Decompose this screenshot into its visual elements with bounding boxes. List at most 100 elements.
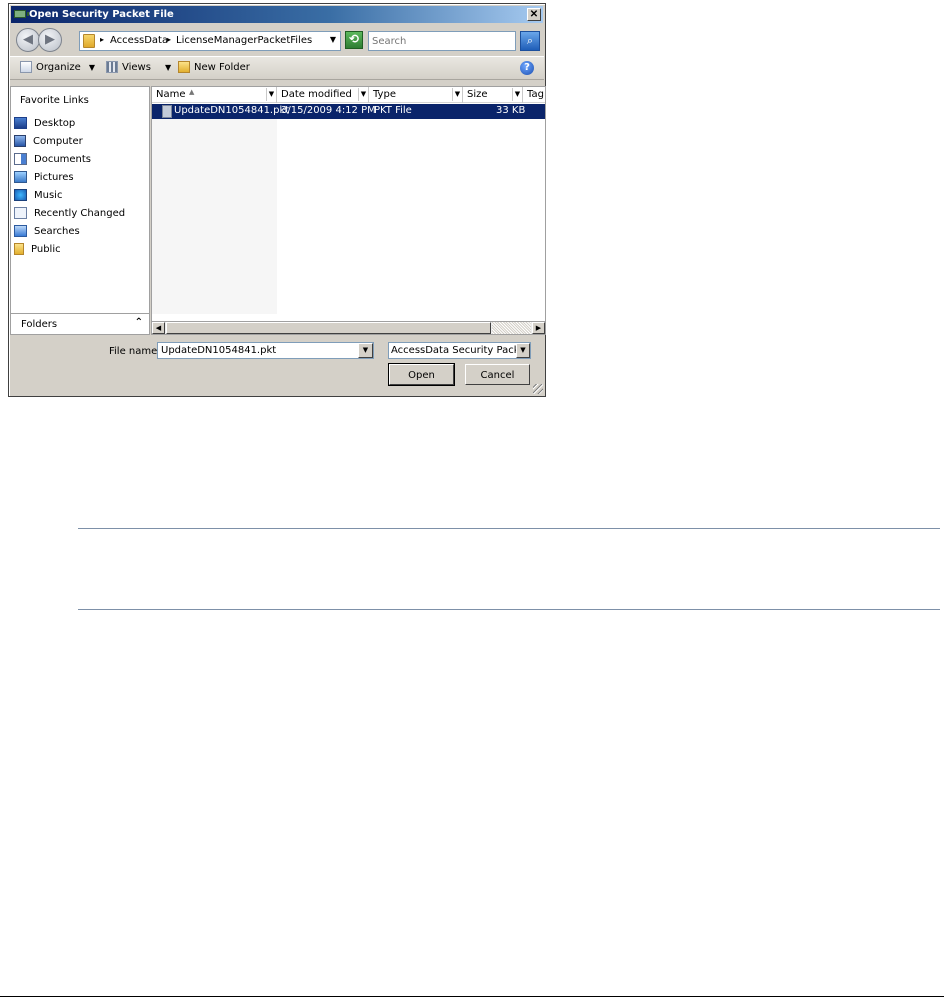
chevron-down-icon: ▼ [88,62,95,72]
page-footer-rule [0,996,944,997]
page-divider [78,528,940,529]
pkt-file-icon [162,105,172,118]
column-header-size[interactable]: Size ▼ [463,87,523,103]
views-label: Views [122,61,151,73]
fav-item-label: Recently Changed [34,207,126,219]
chevron-up-icon[interactable]: ⌃ [135,317,143,328]
column-name-label: Name [156,89,186,100]
column-header-type[interactable]: Type ▼ [369,87,463,103]
column-tag-label: Tag [527,89,544,100]
organize-icon [20,61,32,73]
new-folder-button[interactable]: New Folder [178,61,250,73]
fav-item-public[interactable]: Public [14,241,61,257]
fav-item-label: Documents [34,153,92,165]
fav-item-label: Computer [33,135,83,147]
fav-item-label: Pictures [34,171,74,183]
dialog-title: Open Security Packet File [29,9,174,20]
file-type-select[interactable]: AccessData Security Packet ▼ [388,342,531,359]
fav-item-pictures[interactable]: Pictures [14,169,74,185]
folders-label: Folders [21,319,58,330]
fav-item-label: Music [34,189,63,201]
fav-item-music[interactable]: Music [14,187,62,203]
fav-item-label: Public [31,243,61,255]
fav-item-computer[interactable]: Computer [14,133,83,149]
music-icon [14,189,27,201]
folders-toggle[interactable]: Folders ⌃ [10,313,150,335]
new-folder-icon [178,61,190,73]
address-dropdown-icon[interactable]: ▼ [330,35,336,44]
command-toolbar: Organize ▼ Views ▼ New Folder ? [10,56,544,80]
scroll-thumb[interactable] [166,322,491,334]
public-folder-icon [14,243,24,255]
column-type-label: Type [373,89,396,100]
cancel-button[interactable]: Cancel [465,364,530,385]
search-input[interactable] [368,31,516,51]
fav-item-searches[interactable]: Searches [14,223,80,239]
organize-label: Organize [36,61,81,73]
file-name-cell: UpdateDN1054841.pkt [174,105,290,116]
views-icon [106,61,118,73]
breadcrumb-arrow-icon[interactable]: ▸ [100,35,104,44]
favorite-links-heading: Favorite Links [20,95,89,106]
title-bar[interactable]: Open Security Packet File ✕ [11,6,543,23]
file-name-input[interactable] [158,343,358,358]
fav-item-recently-changed[interactable]: Recently Changed [14,205,125,221]
column-header-date-modified[interactable]: Date modified ▼ [277,87,369,103]
breadcrumb-licensemanagerpacketfiles[interactable]: LicenseManagerPacketFiles [176,35,312,46]
fav-item-label: Searches [34,225,80,237]
views-button[interactable]: Views ▼ [106,61,171,73]
scroll-right-icon[interactable]: ▶ [532,322,545,334]
favorite-links-pane: Favorite Links Desktop Computer Document… [10,86,150,332]
recently-changed-icon [14,207,27,219]
search-icon[interactable]: ⌕ [520,31,540,51]
fav-item-label: Desktop [34,117,76,129]
page-divider [78,609,940,610]
column-size-label: Size [467,89,488,100]
pictures-icon [14,171,27,183]
fav-item-desktop[interactable]: Desktop [14,115,75,131]
file-list[interactable]: Name ▲ ▼ Date modified ▼ Type ▼ Size ▼ T… [151,86,546,332]
new-folder-label: New Folder [194,61,250,73]
dialog-app-icon [14,10,29,18]
column-filter-dropdown-icon[interactable]: ▼ [266,88,276,101]
column-filter-dropdown-icon[interactable]: ▼ [512,88,522,101]
fav-item-documents[interactable]: Documents [14,151,91,167]
chevron-down-icon: ▼ [164,62,172,72]
organize-button[interactable]: Organize ▼ [20,61,95,73]
file-date-cell: 3/15/2009 4:12 PM [281,105,376,116]
column-filter-dropdown-icon[interactable]: ▼ [452,88,462,101]
open-file-dialog: Open Security Packet File ✕ ◀ ▶ ▸ Access… [8,3,546,397]
column-headers: Name ▲ ▼ Date modified ▼ Type ▼ Size ▼ T… [152,87,545,103]
horizontal-scrollbar[interactable]: ◀ ▶ [151,321,546,335]
breadcrumb-arrow-icon[interactable]: ▸ [167,35,171,44]
refresh-icon[interactable]: ⟲ [345,31,363,49]
file-name-label: File name: [109,346,161,357]
file-type-dropdown-icon[interactable]: ▼ [516,343,530,358]
resize-grip-icon[interactable] [533,384,543,394]
breadcrumb-accessdata[interactable]: AccessData [110,35,168,46]
desktop-icon [14,117,27,129]
scroll-track[interactable] [492,322,531,334]
column-date-label: Date modified [281,89,352,100]
file-name-dropdown-icon[interactable]: ▼ [358,343,373,358]
sort-ascending-icon: ▲ [189,88,195,96]
column-filter-dropdown-icon[interactable]: ▼ [358,88,368,101]
folder-icon [83,34,95,48]
file-type-cell: PKT File [374,105,412,116]
file-size-cell: 33 KB [496,105,526,116]
back-button[interactable]: ◀ [16,28,40,52]
help-icon[interactable]: ? [520,61,534,75]
column-header-tag[interactable]: Tag [523,87,545,103]
searches-icon [14,225,27,237]
file-name-combo[interactable]: ▼ [157,342,374,359]
close-button[interactable]: ✕ [527,8,541,21]
open-button[interactable]: Open [388,363,455,386]
scroll-left-icon[interactable]: ◀ [152,322,165,334]
address-bar[interactable]: ▸ AccessData ▸ LicenseManagerPacketFiles… [79,31,341,51]
documents-icon [14,153,27,165]
file-type-value: AccessData Security Packet [391,345,530,356]
table-row[interactable]: UpdateDN1054841.pkt 3/15/2009 4:12 PM PK… [152,104,545,119]
column-header-name[interactable]: Name ▲ ▼ [152,87,277,103]
sorted-column-highlight [152,104,277,314]
forward-button[interactable]: ▶ [38,28,62,52]
